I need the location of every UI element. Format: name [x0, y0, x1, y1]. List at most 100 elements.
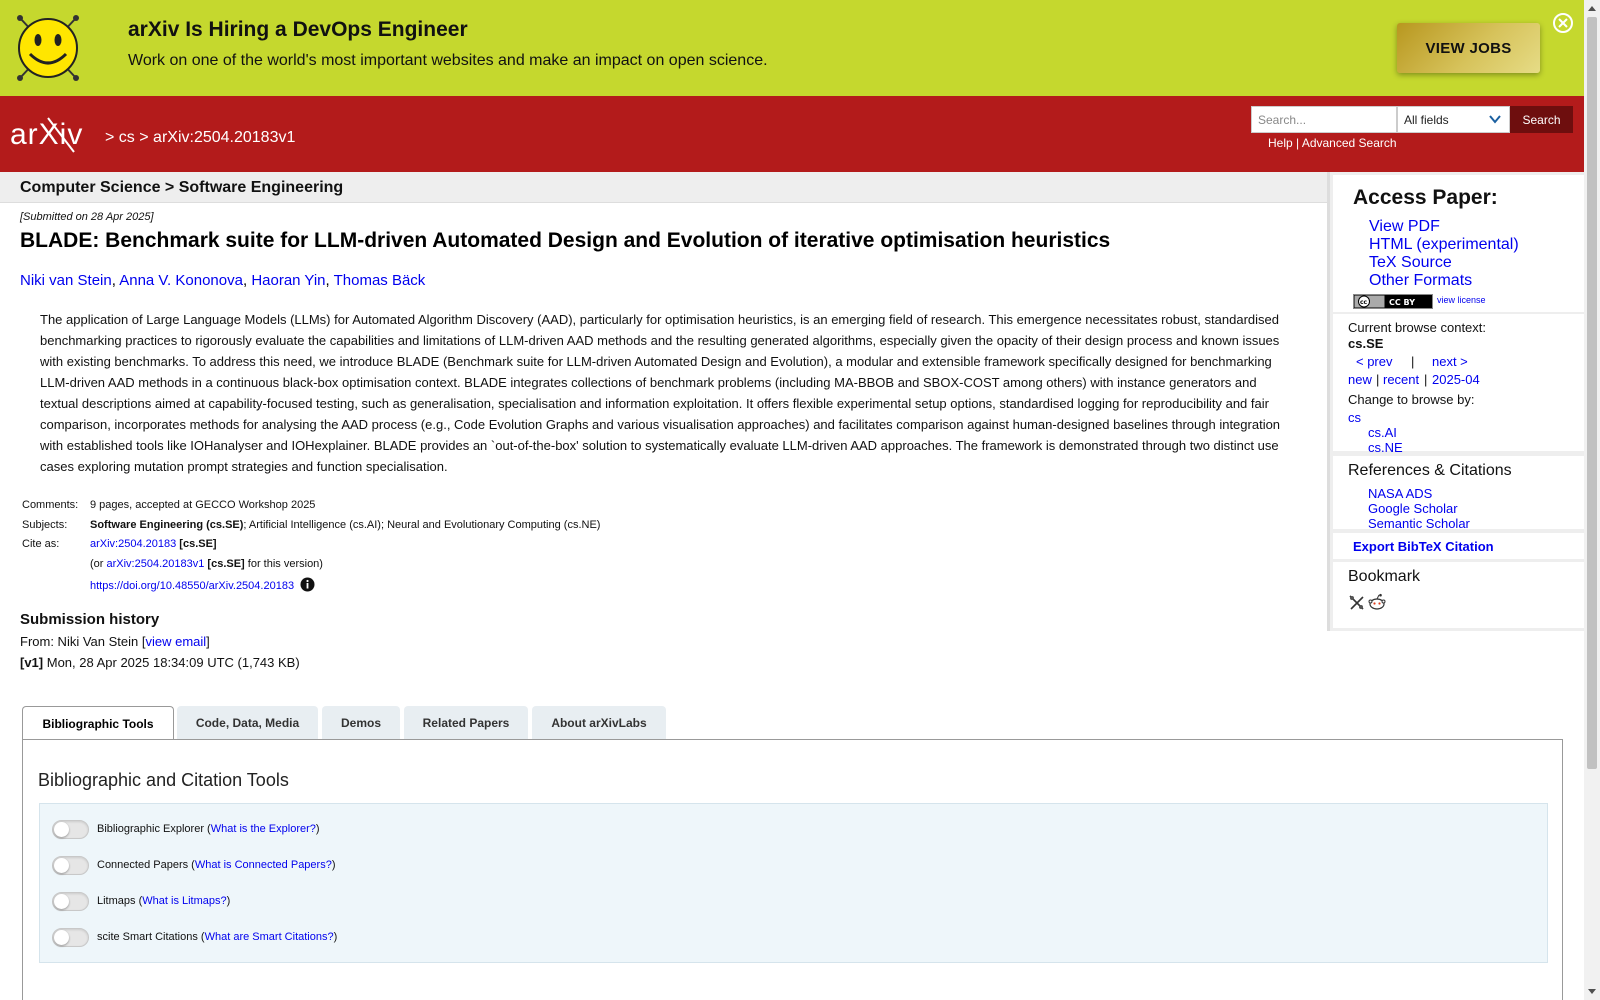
browse-context-value: cs.SE	[1348, 336, 1384, 351]
close-paren: )	[333, 931, 338, 943]
from-suffix: ]	[206, 634, 210, 649]
reddit-icon[interactable]	[1368, 593, 1386, 611]
search-input[interactable]: Search...	[1251, 106, 1397, 133]
other-subjects: ; Artificial Intelligence (cs.AI); Neura…	[243, 518, 601, 531]
cite-id-link[interactable]: arXiv:2504.20183	[90, 538, 176, 550]
tool-label: Litmaps (What is Litmaps?)	[97, 895, 230, 907]
tex-source-link[interactable]: TeX Source	[1369, 254, 1452, 272]
breadcrumb-cs[interactable]: cs	[119, 129, 135, 146]
arxiv-logo[interactable]: arXiv	[10, 114, 102, 154]
category-bar: Computer Science > Software Engineering	[0, 172, 1327, 203]
export-bibtex-link[interactable]: Export BibTeX Citation	[1353, 539, 1494, 554]
info-icon[interactable]	[300, 577, 315, 592]
search-field-select[interactable]: All fields	[1397, 106, 1510, 133]
primary-subject: Software Engineering (cs.SE)	[90, 518, 244, 531]
scroll-down-arrow-icon[interactable]	[1588, 989, 1596, 994]
paper-title: BLADE: Benchmark suite for LLM-driven Au…	[20, 229, 1111, 252]
from-prefix: From: Niki Van Stein [	[20, 634, 146, 649]
recent-link[interactable]: recent	[1383, 372, 1419, 387]
version-date: Mon, 28 Apr 2025 18:34:09 UTC (1,743 KB)	[43, 655, 300, 670]
subjects-label: Subjects:	[22, 518, 68, 531]
google-scholar-link[interactable]: Google Scholar	[1368, 501, 1458, 516]
author-list: Niki van Stein, Anna V. Kononova, Haoran…	[20, 272, 425, 289]
comments-value: 9 pages, accepted at GECCO Workshop 2025	[90, 499, 316, 511]
browse-cs-ne-link[interactable]: cs.NE	[1368, 440, 1403, 455]
cc-by-license-icon[interactable]: cc CC BY	[1353, 294, 1433, 309]
bibsonomy-icon[interactable]	[1348, 594, 1365, 611]
help-link[interactable]: Help	[1268, 136, 1293, 150]
breadcrumb: > cs > arXiv:2504.20183v1	[105, 129, 295, 147]
search-button[interactable]: Search	[1510, 106, 1573, 133]
bookmark-box: Bookmark	[1333, 562, 1587, 628]
tab-about-arxivlabs[interactable]: About arXivLabs	[532, 706, 666, 739]
author-link[interactable]: Haoran Yin	[251, 272, 325, 289]
close-paren: )	[331, 859, 336, 871]
banner-title: arXiv Is Hiring a DevOps Engineer	[128, 18, 468, 41]
sidebar: Access Paper: View PDF HTML (experimenta…	[1327, 172, 1587, 631]
submission-from: From: Niki Van Stein [view email]	[20, 634, 210, 649]
tool-help-link[interactable]: What is Connected Papers?	[195, 859, 332, 871]
comments-label: Comments:	[22, 499, 79, 511]
bibliographic-tools-panel: Bibliographic and Citation Tools Bibliog…	[22, 739, 1563, 1000]
bibliographic-explorer-toggle[interactable]	[52, 820, 89, 839]
references-title: References & Citations	[1348, 462, 1512, 479]
tool-name: Bibliographic Explorer	[97, 823, 204, 835]
nasa-ads-link[interactable]: NASA ADS	[1368, 486, 1432, 501]
connected-papers-toggle[interactable]	[52, 856, 89, 875]
month-link[interactable]: 2025-04	[1432, 372, 1480, 387]
tool-label: Connected Papers (What is Connected Pape…	[97, 859, 336, 871]
subjects-value: Software Engineering (cs.SE); Artificial…	[90, 519, 600, 531]
litmaps-toggle[interactable]	[52, 892, 89, 911]
access-paper-title: Access Paper:	[1353, 186, 1498, 209]
next-link[interactable]: next >	[1432, 354, 1468, 369]
version-tag[interactable]: [v1]	[20, 655, 43, 670]
smiley-face-icon	[17, 15, 79, 81]
advanced-search-link[interactable]: Advanced Search	[1302, 136, 1397, 150]
chevron-down-icon	[1489, 115, 1501, 124]
tools-list: Bibliographic Explorer (What is the Expl…	[39, 803, 1548, 963]
semantic-scholar-link[interactable]: Semantic Scholar	[1368, 516, 1470, 531]
page-scrollbar[interactable]	[1584, 0, 1600, 1000]
or-prefix: (or	[90, 557, 107, 570]
tool-help-link[interactable]: What is the Explorer?	[211, 823, 316, 835]
browse-cs-link[interactable]: cs	[1348, 410, 1361, 425]
category-title: Computer Science > Software Engineering	[20, 179, 344, 196]
browse-cs-ai-link[interactable]: cs.AI	[1368, 425, 1397, 440]
close-circle-icon[interactable]	[1552, 12, 1574, 34]
view-jobs-button[interactable]: VIEW JOBS	[1397, 23, 1540, 73]
tool-help-link[interactable]: What is Litmaps?	[142, 895, 226, 907]
tab-related-papers[interactable]: Related Papers	[404, 706, 528, 739]
other-formats-link[interactable]: Other Formats	[1369, 272, 1472, 290]
abstract: The application of Large Language Models…	[40, 312, 1281, 474]
view-pdf-link[interactable]: View PDF	[1369, 218, 1440, 236]
doi-link[interactable]: https://doi.org/10.48550/arXiv.2504.2018…	[90, 580, 294, 592]
new-link[interactable]: new	[1348, 372, 1372, 387]
view-license-link[interactable]: view license	[1437, 295, 1486, 305]
cite-version-value: (or arXiv:2504.20183v1 [cs.SE] for this …	[90, 558, 323, 570]
submission-history-title: Submission history	[20, 611, 160, 628]
bibtex-box: Export BibTeX Citation	[1333, 533, 1587, 559]
tab-bibliographic-tools[interactable]: Bibliographic Tools	[22, 706, 174, 740]
author-link[interactable]: Anna V. Kononova	[119, 272, 243, 289]
author-link[interactable]: Niki van Stein	[20, 272, 112, 289]
view-email-link[interactable]: view email	[145, 634, 206, 649]
hiring-banner: arXiv Is Hiring a DevOps Engineer Work o…	[0, 0, 1584, 96]
author-link[interactable]: Thomas Bäck	[334, 272, 426, 289]
author-separator: ,	[325, 272, 334, 289]
change-browse-label: Change to browse by:	[1348, 392, 1475, 407]
html-experimental-link[interactable]: HTML (experimental)	[1369, 236, 1519, 254]
help-separator: |	[1296, 136, 1300, 150]
prev-link[interactable]: < prev	[1356, 354, 1393, 369]
breadcrumb-paper-id: arXiv:2504.20183v1	[153, 129, 296, 146]
tool-help-link[interactable]: What are Smart Citations?	[205, 931, 334, 943]
open-paren: (	[204, 823, 211, 835]
scroll-up-arrow-icon[interactable]	[1588, 6, 1596, 11]
cite-version-link[interactable]: arXiv:2504.20183v1	[107, 558, 205, 570]
svg-text:CC BY: CC BY	[1389, 298, 1415, 307]
tab-demos[interactable]: Demos	[322, 706, 400, 739]
tab-code-data-media[interactable]: Code, Data, Media	[177, 706, 318, 739]
open-paren: (	[188, 859, 195, 871]
scite-toggle[interactable]	[52, 928, 89, 947]
scrollbar-thumb[interactable]	[1587, 17, 1597, 769]
tool-name: Connected Papers	[97, 859, 189, 871]
